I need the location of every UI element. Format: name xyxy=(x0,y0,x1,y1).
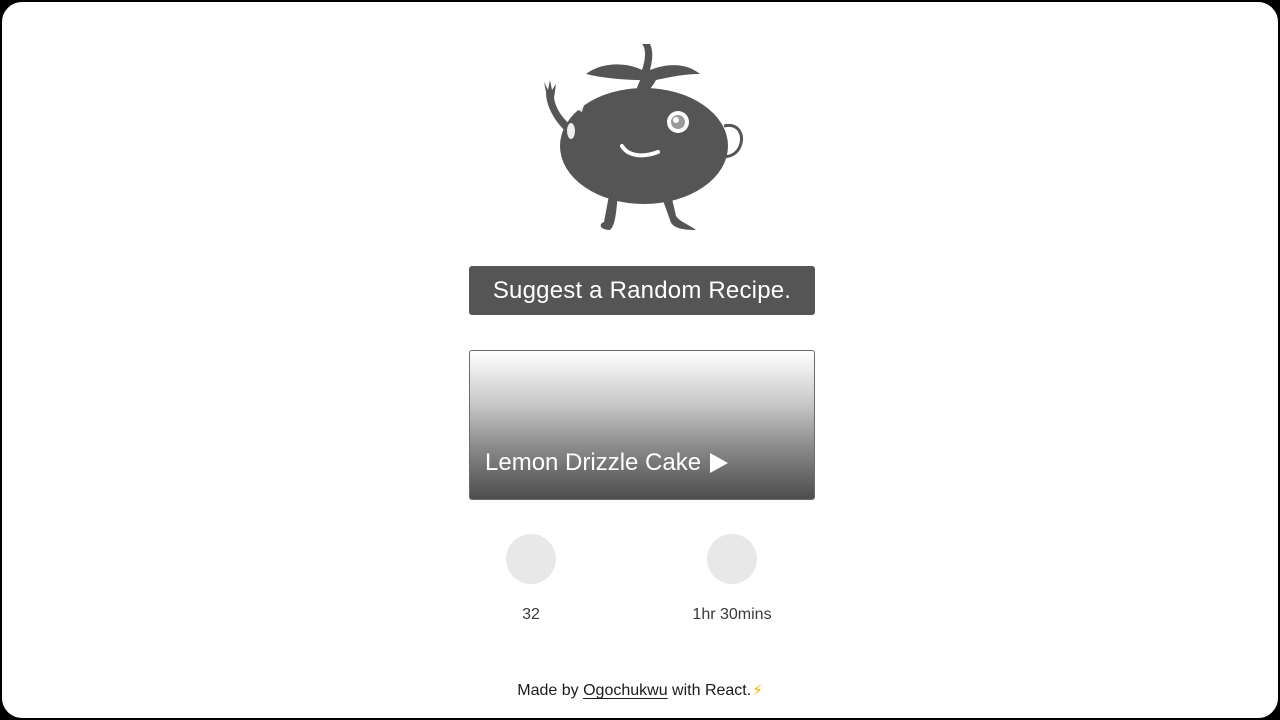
author-link[interactable]: Ogochukwu xyxy=(583,682,668,699)
cook-time-value: 1hr 30mins xyxy=(692,606,772,623)
recipe-card[interactable]: Lemon Drizzle Cake xyxy=(469,350,815,500)
footer-prefix: Made by xyxy=(517,682,579,699)
suggest-random-recipe-button[interactable]: Suggest a Random Recipe. xyxy=(469,266,815,315)
app-frame: Suggest a Random Recipe. Lemon Drizzle C… xyxy=(0,0,1280,720)
recipe-title: Lemon Drizzle Cake xyxy=(485,449,702,476)
play-triangle-icon xyxy=(710,453,729,473)
lightning-bolt-icon: ⚡ xyxy=(752,682,763,699)
footer: Made by Ogochukwu with React.⚡ xyxy=(2,681,1278,700)
tomato-mascot-icon xyxy=(544,44,743,230)
servings-value: 32 xyxy=(522,606,540,623)
servings-icon xyxy=(506,534,556,584)
footer-suffix: with React. xyxy=(672,682,752,699)
recipe-title-link[interactable]: Lemon Drizzle Cake xyxy=(485,449,729,477)
cook-time-icon xyxy=(707,534,757,584)
